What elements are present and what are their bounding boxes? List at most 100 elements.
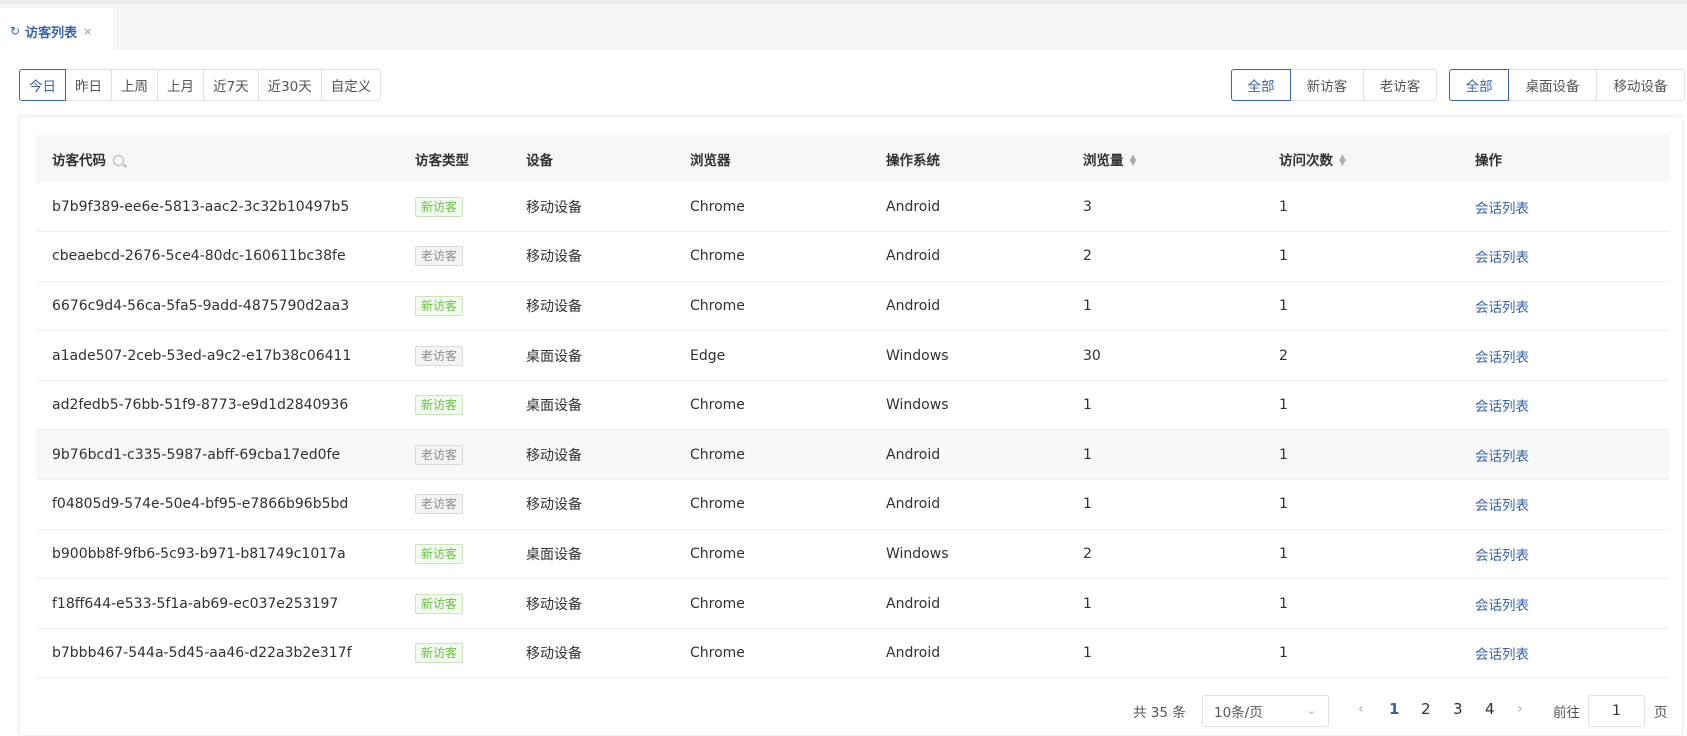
session-list-link[interactable]: 会话列表 (1475, 598, 1529, 614)
page-3[interactable]: 3 (1453, 700, 1463, 718)
session-list-link[interactable]: 会话列表 (1475, 647, 1529, 663)
cell-visits: 1 (1263, 628, 1459, 679)
session-list-link[interactable]: 会话列表 (1475, 399, 1529, 415)
page-size-select[interactable]: 10条/页 ⌄ (1202, 695, 1329, 727)
cell-action: 会话列表 (1459, 380, 1669, 431)
session-list-link[interactable]: 会话列表 (1475, 201, 1529, 217)
cell-device: 移动设备 (510, 231, 674, 282)
session-list-link[interactable]: 会话列表 (1475, 548, 1529, 564)
sort-icon[interactable]: ▲ ▼ (1339, 153, 1346, 167)
date-filter-button-4[interactable]: 近7天 (204, 69, 259, 101)
cell-os: Windows (870, 330, 1067, 381)
search-icon[interactable] (113, 154, 124, 166)
next-page-button[interactable]: › (1517, 701, 1523, 717)
cell-browser: Chrome (674, 380, 870, 431)
page-1[interactable]: 1 (1389, 700, 1399, 718)
table-row: f18ff644-e533-5f1a-ab69-ec037e253197 新访客 移… (36, 578, 1669, 629)
cell-browser-text: Chrome (690, 397, 745, 414)
cell-visitor-code: a1ade507-2ceb-53ed-a9c2-e17b38c06411 (36, 330, 399, 381)
cell-visitor-code: f04805d9-574e-50e4-bf95-e7866b96b5bd (36, 479, 399, 530)
session-list-link[interactable]: 会话列表 (1475, 350, 1529, 366)
cell-action: 会话列表 (1459, 529, 1669, 580)
visitor-filter-button-0[interactable]: 全部 (1231, 69, 1291, 101)
cell-action: 会话列表 (1459, 330, 1669, 381)
cell-browser: Chrome (674, 529, 870, 580)
cell-visitor-type: 新访客 (399, 281, 510, 332)
table-row: f04805d9-574e-50e4-bf95-e7866b96b5bd 老访客 移… (36, 479, 1669, 530)
cell-os: Android (870, 628, 1067, 679)
cell-device-text: 移动设备 (526, 646, 582, 663)
cell-os-text: Windows (886, 545, 949, 562)
visitor-filter-button-2[interactable]: 老访客 (1364, 69, 1437, 101)
tab-visitor-list[interactable]: ↻ 访客列表 × (0, 8, 113, 54)
device-filter-button-2[interactable]: 移动设备 (1597, 69, 1685, 101)
device-filter-button-1[interactable]: 桌面设备 (1509, 69, 1597, 101)
cell-views-text: 1 (1083, 397, 1092, 414)
cell-visits-text: 1 (1279, 595, 1288, 612)
date-filter-button-0[interactable]: 今日 (19, 69, 66, 101)
table-row: b7bbb467-544a-5d45-aa46-d22a3b2e317f 新访客 移… (36, 628, 1669, 679)
cell-device-text: 桌面设备 (526, 546, 582, 563)
session-list-link[interactable]: 会话列表 (1475, 498, 1529, 514)
column-header-type: 访客类型 (415, 152, 469, 169)
cell-os-text: Android (886, 595, 941, 612)
close-icon[interactable]: × (83, 25, 92, 38)
table-row: cbeaebcd-2676-5ce4-80dc-160611bc38fe 老访客 移… (36, 231, 1669, 282)
cell-visitor-code-text: 6676c9d4-56ca-5fa5-9add-4875790d2aa3 (52, 297, 350, 314)
visitor-type-badge: 新访客 (415, 196, 464, 217)
column-header-device: 设备 (526, 152, 553, 169)
cell-device: 移动设备 (510, 429, 674, 481)
cell-browser-text: Chrome (690, 496, 745, 513)
cell-device: 移动设备 (510, 281, 674, 332)
prev-page-button[interactable]: ‹ (1358, 701, 1364, 717)
device-filter-button-0[interactable]: 全部 (1449, 69, 1509, 101)
column-header-visits[interactable]: 访问次数 ▲ ▼ (1263, 135, 1459, 182)
cell-visitor-code: b7bbb467-544a-5d45-aa46-d22a3b2e317f (36, 628, 399, 679)
cell-visits: 1 (1263, 429, 1459, 481)
cell-device: 移动设备 (510, 479, 674, 530)
date-filter-button-6[interactable]: 自定义 (321, 69, 382, 101)
cell-visits: 1 (1263, 182, 1459, 233)
cell-visitor-type: 老访客 (399, 330, 510, 381)
visitor-filter-button-1[interactable]: 新访客 (1291, 69, 1364, 101)
page-4[interactable]: 4 (1485, 700, 1495, 718)
cell-os: Android (870, 182, 1067, 233)
cell-visits-text: 1 (1279, 248, 1288, 265)
cell-browser-text: Chrome (690, 645, 745, 662)
column-header-label: 访客代码 (52, 152, 106, 169)
cell-device-text: 移动设备 (526, 447, 582, 464)
page-size-value: 10条/页 (1214, 705, 1263, 721)
visitor-type-badge: 新访客 (415, 395, 464, 416)
cell-browser-text: Chrome (690, 198, 745, 215)
cell-views: 2 (1067, 529, 1263, 580)
goto-page-input[interactable] (1588, 695, 1645, 727)
cell-visitor-code: b7b9f389-ee6e-5813-aac2-3c32b10497b5 (36, 182, 399, 233)
column-header-views[interactable]: 浏览量 ▲ ▼ (1067, 135, 1263, 182)
date-filter-button-2[interactable]: 上周 (112, 69, 158, 101)
cell-visits-text: 1 (1279, 297, 1288, 314)
table-header: 访客代码 访客类型 设备 浏览器 操作系统 浏览量 ▲ ▼ 访问次数 ▲ ▼ 操作 (36, 135, 1669, 182)
cell-device-text: 移动设备 (526, 298, 582, 315)
cell-visitor-type: 新访客 (399, 529, 510, 580)
cell-browser: Chrome (674, 479, 870, 530)
sort-icon[interactable]: ▲ ▼ (1130, 153, 1137, 167)
date-filter-button-3[interactable]: 上月 (158, 69, 204, 101)
table-row: 9b76bcd1-c335-5987-abff-69cba17ed0fe 老访客 移… (36, 429, 1669, 481)
table-body: b7b9f389-ee6e-5813-aac2-3c32b10497b5 新访客移… (36, 182, 1669, 679)
page-2[interactable]: 2 (1421, 700, 1431, 718)
session-list-link[interactable]: 会话列表 (1475, 300, 1529, 316)
cell-visits: 2 (1263, 330, 1459, 381)
date-filter-button-1[interactable]: 昨日 (66, 69, 112, 101)
cell-os-text: Android (886, 446, 941, 463)
refresh-icon[interactable]: ↻ (10, 24, 20, 38)
cell-views-text: 1 (1083, 645, 1092, 662)
date-filter-button-5[interactable]: 近30天 (258, 69, 322, 101)
cell-browser: Chrome (674, 628, 870, 679)
table-row: b900bb8f-9fb6-5c93-b971-b81749c1017a 新访客 桌… (36, 529, 1669, 580)
cell-browser: Edge (674, 330, 870, 381)
cell-views-text: 2 (1083, 545, 1092, 562)
cell-browser-text: Chrome (690, 595, 745, 612)
session-list-link[interactable]: 会话列表 (1475, 449, 1529, 465)
cell-visits-text: 1 (1279, 545, 1288, 562)
session-list-link[interactable]: 会话列表 (1475, 250, 1529, 266)
